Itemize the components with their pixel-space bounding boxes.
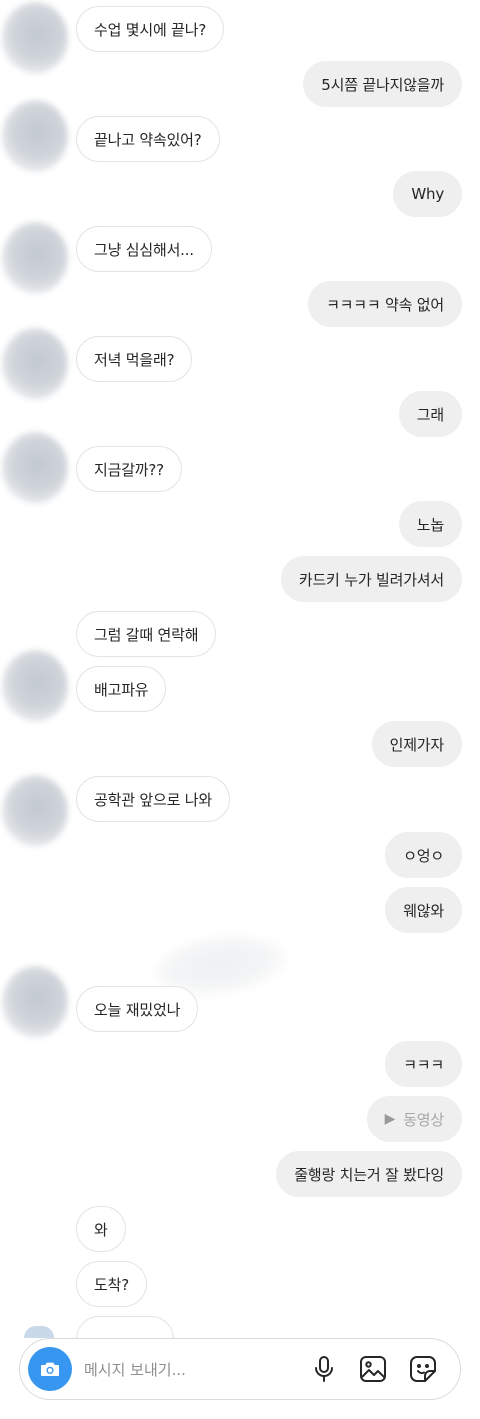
message-bubble-received[interactable]: 배고파유 bbox=[76, 666, 167, 712]
message-text: ㅋㅋㅋ bbox=[403, 1055, 444, 1074]
voice-message-button[interactable] bbox=[308, 1353, 340, 1385]
camera-icon bbox=[38, 1357, 62, 1381]
message-bubble-received[interactable]: 수업 몇시에 끝나? bbox=[76, 6, 225, 52]
message-text: 도착? bbox=[94, 1275, 129, 1294]
sticker-button[interactable] bbox=[407, 1353, 439, 1385]
avatar bbox=[2, 966, 68, 1038]
message-bubble-sent[interactable]: 카드키 누가 빌려가셔서 bbox=[280, 556, 462, 602]
microphone-icon bbox=[312, 1355, 336, 1383]
video-message-bubble[interactable]: ▶ 동영상 bbox=[366, 1096, 462, 1142]
camera-button[interactable] bbox=[28, 1347, 72, 1391]
message-input[interactable]: 메시지 보내기... bbox=[84, 1339, 294, 1399]
message-thread[interactable]: 수업 몇시에 끝나? 5시쯤 끝나지않을까 끝나고 약속있어? Why 그냥 심… bbox=[0, 0, 480, 1340]
message-bubble-received[interactable]: 와 bbox=[76, 1206, 126, 1252]
message-bubble-sent[interactable]: 웨않와 bbox=[385, 887, 462, 933]
message-bubble-sent[interactable]: ㅋㅋㅋㅋ 약속 없어 bbox=[308, 281, 462, 327]
avatar bbox=[2, 775, 68, 847]
message-input-placeholder: 메시지 보내기... bbox=[84, 1360, 186, 1379]
message-bubble-received[interactable]: 그냥 심심해서... bbox=[76, 226, 212, 272]
image-icon bbox=[359, 1355, 387, 1383]
avatar bbox=[24, 1326, 54, 1338]
message-bubble-sent[interactable]: Why bbox=[393, 171, 462, 217]
message-bubble-received[interactable]: 지금갈까?? bbox=[76, 446, 182, 492]
message-text: 끝나고 약속있어? bbox=[94, 130, 202, 149]
message-text: 줄행랑 치는거 잘 봤다잉 bbox=[294, 1165, 444, 1184]
message-text: 그냥 심심해서... bbox=[94, 240, 194, 259]
message-bubble-received[interactable]: 공학관 앞으로 나와 bbox=[76, 776, 230, 822]
message-bubble-received[interactable]: 끝나고 약속있어? bbox=[76, 116, 220, 162]
message-text: 인제가자 bbox=[389, 735, 445, 754]
message-text: 수업 몇시에 끝나? bbox=[94, 20, 207, 39]
avatar bbox=[2, 328, 68, 400]
message-text: 그럼 갈때 연락해 bbox=[94, 625, 199, 644]
play-icon: ▶ bbox=[384, 1111, 396, 1127]
sticker-icon bbox=[409, 1355, 437, 1383]
message-text: ㅇ엉ㅇ bbox=[403, 846, 444, 865]
message-text: Why bbox=[411, 185, 444, 203]
message-text: 카드키 누가 빌려가셔서 bbox=[298, 570, 444, 589]
avatar bbox=[2, 650, 68, 722]
message-bubble-received[interactable]: 도착? bbox=[76, 1261, 147, 1307]
message-bubble-received[interactable]: 저녁 먹을래? bbox=[76, 336, 193, 382]
message-text: ㅋㅋㅋㅋ 약속 없어 bbox=[326, 295, 444, 314]
avatar bbox=[2, 100, 68, 172]
message-bubble-sent[interactable]: ㅇ엉ㅇ bbox=[385, 832, 462, 878]
avatar bbox=[2, 432, 68, 504]
message-bubble-received[interactable] bbox=[76, 1316, 174, 1340]
message-text: 노놉 bbox=[416, 515, 444, 534]
message-text: 저녁 먹을래? bbox=[94, 350, 175, 369]
message-text: 배고파유 bbox=[94, 680, 149, 699]
message-text: 오늘 재밌었나 bbox=[94, 1000, 181, 1019]
message-bubble-sent[interactable]: ㅋㅋㅋ bbox=[385, 1041, 462, 1087]
avatar bbox=[2, 222, 68, 294]
message-text: 5시쯤 끝나지않을까 bbox=[321, 75, 444, 94]
message-text: 그래 bbox=[416, 405, 444, 424]
message-text: 웨않와 bbox=[403, 901, 444, 920]
message-bubble-sent[interactable]: 인제가자 bbox=[371, 721, 462, 767]
message-bubble-received[interactable]: 그럼 갈때 연락해 bbox=[76, 611, 217, 657]
message-bubble-sent[interactable]: 노놉 bbox=[398, 501, 462, 547]
message-composer: 메시지 보내기... bbox=[19, 1338, 461, 1400]
gallery-button[interactable] bbox=[357, 1353, 389, 1385]
video-label: 동영상 bbox=[403, 1110, 444, 1129]
message-text: 지금갈까?? bbox=[94, 460, 164, 479]
message-text: 와 bbox=[94, 1220, 108, 1239]
message-bubble-sent[interactable]: 줄행랑 치는거 잘 봤다잉 bbox=[276, 1151, 462, 1197]
message-bubble-sent[interactable]: 그래 bbox=[398, 391, 462, 437]
message-bubble-sent[interactable]: 5시쯤 끝나지않을까 bbox=[303, 61, 462, 107]
avatar bbox=[2, 2, 68, 74]
message-text: 공학관 앞으로 나와 bbox=[94, 790, 212, 809]
message-bubble-received[interactable]: 오늘 재밌었나 bbox=[76, 986, 199, 1032]
